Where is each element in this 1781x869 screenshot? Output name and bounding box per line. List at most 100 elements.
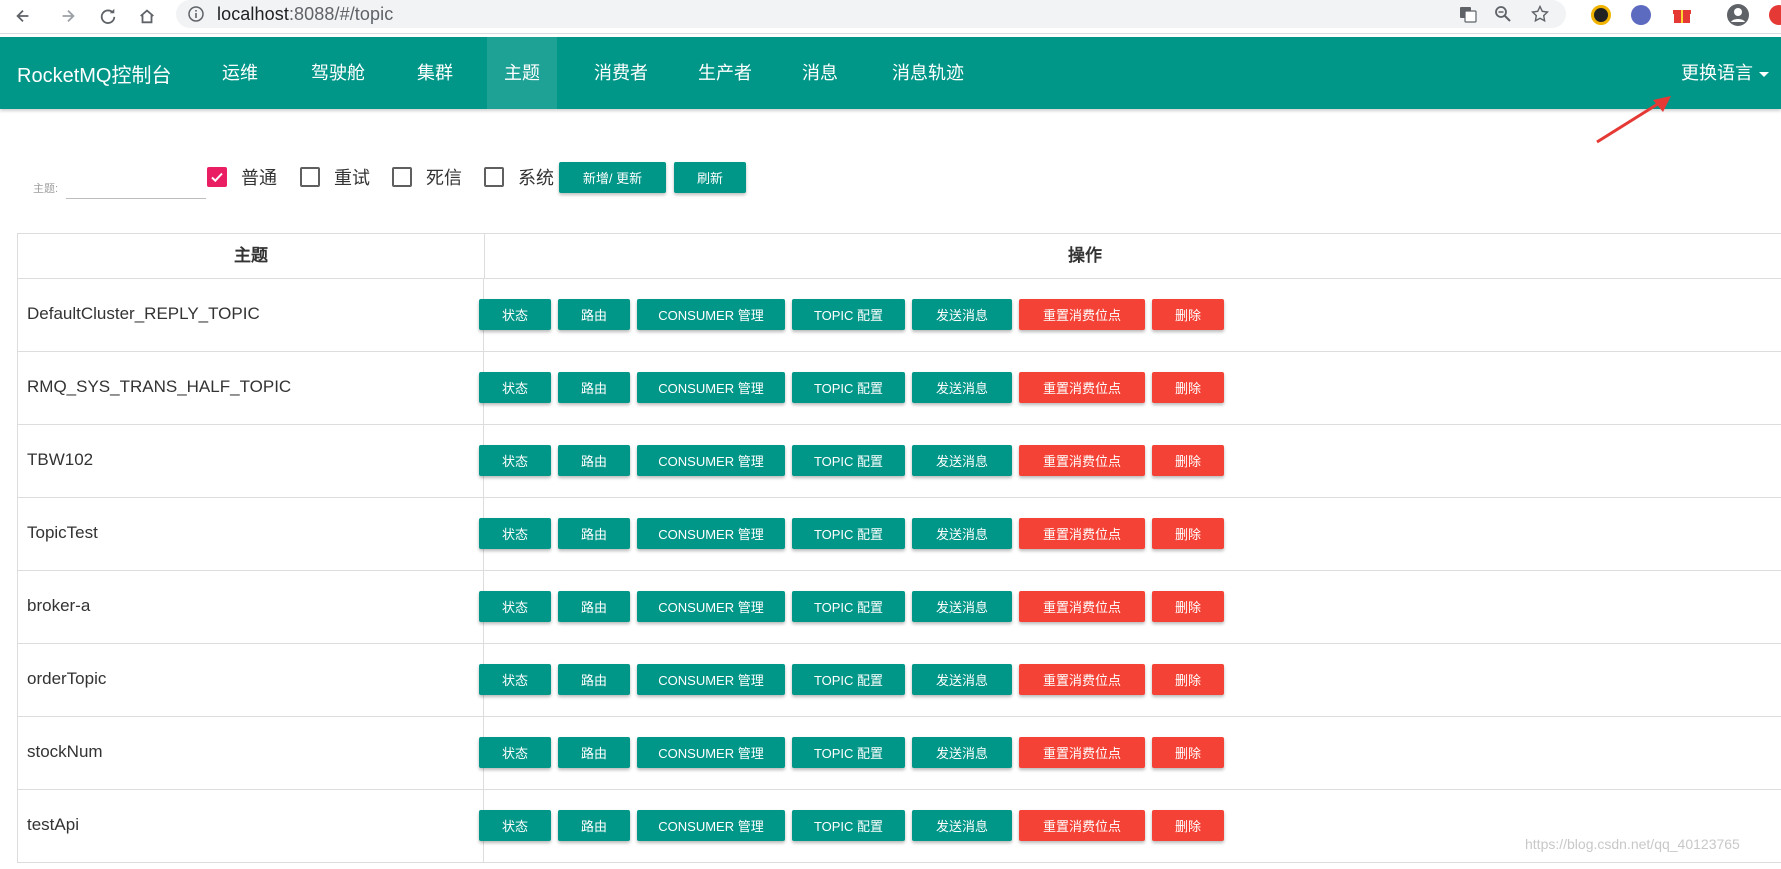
topic-name-cell: testApi <box>18 790 484 862</box>
status-button[interactable]: 状态 <box>479 810 551 841</box>
status-button[interactable]: 状态 <box>479 737 551 768</box>
extension-icon[interactable] <box>1591 5 1611 25</box>
status-button[interactable]: 状态 <box>479 591 551 622</box>
delete-button[interactable]: 删除 <box>1152 372 1224 403</box>
consumer-manage-button[interactable]: CONSUMER 管理 <box>637 299 785 330</box>
address-bar[interactable]: localhost:8088/#/topic <box>176 0 1566 28</box>
route-button[interactable]: 路由 <box>558 372 630 403</box>
back-icon[interactable] <box>10 3 36 29</box>
gift-icon[interactable] <box>1672 5 1692 25</box>
table-row: orderTopic 状态 路由 CONSUMER 管理 TOPIC 配置 发送消息 重置消… <box>18 644 1781 717</box>
topic-config-button[interactable]: TOPIC 配置 <box>792 737 905 768</box>
consumer-manage-button[interactable]: CONSUMER 管理 <box>637 737 785 768</box>
menu-extension-icon[interactable] <box>1769 5 1781 25</box>
topic-config-button[interactable]: TOPIC 配置 <box>792 664 905 695</box>
reset-offset-button[interactable]: 重置消费位点 <box>1019 372 1145 403</box>
table-row: TopicTest 状态 路由 CONSUMER 管理 TOPIC 配置 发送消息 重置消费… <box>18 498 1781 571</box>
table-row: TBW102 状态 路由 CONSUMER 管理 TOPIC 配置 发送消息 重置消费位点删… <box>18 425 1781 498</box>
forward-icon[interactable] <box>55 3 81 29</box>
topic-config-button[interactable]: TOPIC 配置 <box>792 445 905 476</box>
brand-title[interactable]: RocketMQ控制台 <box>17 59 171 88</box>
topic-name-cell: DefaultCluster_REPLY_TOPIC <box>18 279 484 351</box>
consumer-manage-button[interactable]: CONSUMER 管理 <box>637 518 785 549</box>
delete-button[interactable]: 删除 <box>1152 664 1224 695</box>
send-message-button[interactable]: 发送消息 <box>912 372 1012 403</box>
reset-offset-button[interactable]: 重置消费位点 <box>1019 664 1145 695</box>
nav-item-ops[interactable]: 运维 <box>213 37 267 109</box>
nav-item-message-trace[interactable]: 消息轨迹 <box>884 37 972 109</box>
reset-offset-button[interactable]: 重置消费位点 <box>1019 518 1145 549</box>
send-message-button[interactable]: 发送消息 <box>912 518 1012 549</box>
send-message-button[interactable]: 发送消息 <box>912 445 1012 476</box>
status-button[interactable]: 状态 <box>479 372 551 403</box>
checkbox-retry[interactable]: 重试 <box>300 165 370 189</box>
watermark-text: https://blog.csdn.net/qq_40123765 <box>1525 836 1740 852</box>
status-button[interactable]: 状态 <box>479 299 551 330</box>
status-button[interactable]: 状态 <box>479 445 551 476</box>
refresh-button[interactable]: 刷新 <box>674 162 746 193</box>
checkbox-dead-letter[interactable]: 死信 <box>392 165 462 189</box>
delete-button[interactable]: 删除 <box>1152 299 1224 330</box>
send-message-button[interactable]: 发送消息 <box>912 810 1012 841</box>
language-dropdown[interactable]: 更换语言 <box>1681 59 1769 85</box>
zoom-icon[interactable] <box>1494 5 1512 23</box>
bookmark-star-icon[interactable] <box>1531 5 1549 23</box>
reload-icon[interactable] <box>95 3 121 29</box>
checkbox-unchecked-icon[interactable] <box>300 167 320 187</box>
delete-button[interactable]: 删除 <box>1152 445 1224 476</box>
extension-check-icon[interactable] <box>1631 5 1651 25</box>
translate-icon[interactable] <box>1459 5 1477 23</box>
delete-button[interactable]: 删除 <box>1152 737 1224 768</box>
profile-avatar-icon[interactable] <box>1726 3 1750 27</box>
reset-offset-button[interactable]: 重置消费位点 <box>1019 737 1145 768</box>
consumer-manage-button[interactable]: CONSUMER 管理 <box>637 445 785 476</box>
checkbox-checked-icon[interactable] <box>207 167 227 187</box>
route-button[interactable]: 路由 <box>558 591 630 622</box>
send-message-button[interactable]: 发送消息 <box>912 591 1012 622</box>
reset-offset-button[interactable]: 重置消费位点 <box>1019 445 1145 476</box>
checkbox-unchecked-icon[interactable] <box>392 167 412 187</box>
home-icon[interactable] <box>134 3 160 29</box>
route-button[interactable]: 路由 <box>558 664 630 695</box>
nav-item-cluster[interactable]: 集群 <box>408 37 462 109</box>
consumer-manage-button[interactable]: CONSUMER 管理 <box>637 664 785 695</box>
topic-config-button[interactable]: TOPIC 配置 <box>792 591 905 622</box>
reset-offset-button[interactable]: 重置消费位点 <box>1019 299 1145 330</box>
topic-filter-input[interactable] <box>66 172 206 199</box>
route-button[interactable]: 路由 <box>558 445 630 476</box>
send-message-button[interactable]: 发送消息 <box>912 737 1012 768</box>
route-button[interactable]: 路由 <box>558 737 630 768</box>
send-message-button[interactable]: 发送消息 <box>912 664 1012 695</box>
reset-offset-button[interactable]: 重置消费位点 <box>1019 810 1145 841</box>
status-button[interactable]: 状态 <box>479 518 551 549</box>
site-info-icon[interactable] <box>188 6 204 22</box>
checkbox-system[interactable]: 系统 <box>484 165 554 189</box>
delete-button[interactable]: 删除 <box>1152 810 1224 841</box>
route-button[interactable]: 路由 <box>558 810 630 841</box>
nav-item-producer[interactable]: 生产者 <box>689 37 761 109</box>
add-update-button[interactable]: 新增/ 更新 <box>559 162 666 193</box>
consumer-manage-button[interactable]: CONSUMER 管理 <box>637 810 785 841</box>
nav-item-dashboard[interactable]: 驾驶舱 <box>300 37 376 109</box>
route-button[interactable]: 路由 <box>558 299 630 330</box>
topic-filter-label: 主题: <box>33 183 59 195</box>
topic-config-button[interactable]: TOPIC 配置 <box>792 372 905 403</box>
consumer-manage-button[interactable]: CONSUMER 管理 <box>637 372 785 403</box>
table-row: testApi 状态 路由 CONSUMER 管理 TOPIC 配置 发送消息 重置消费位点… <box>18 790 1781 863</box>
send-message-button[interactable]: 发送消息 <box>912 299 1012 330</box>
nav-item-message[interactable]: 消息 <box>793 37 847 109</box>
delete-button[interactable]: 删除 <box>1152 518 1224 549</box>
checkbox-normal[interactable]: 普通 <box>207 165 277 189</box>
topic-config-button[interactable]: TOPIC 配置 <box>792 299 905 330</box>
topic-config-button[interactable]: TOPIC 配置 <box>792 810 905 841</box>
nav-item-topic[interactable]: 主题 <box>487 37 557 109</box>
status-button[interactable]: 状态 <box>479 664 551 695</box>
route-button[interactable]: 路由 <box>558 518 630 549</box>
topic-config-button[interactable]: TOPIC 配置 <box>792 518 905 549</box>
delete-button[interactable]: 删除 <box>1152 591 1224 622</box>
checkbox-unchecked-icon[interactable] <box>484 167 504 187</box>
consumer-manage-button[interactable]: CONSUMER 管理 <box>637 591 785 622</box>
nav-item-consumer[interactable]: 消费者 <box>585 37 657 109</box>
reset-offset-button[interactable]: 重置消费位点 <box>1019 591 1145 622</box>
browser-toolbar: localhost:8088/#/topic <box>0 0 1781 34</box>
